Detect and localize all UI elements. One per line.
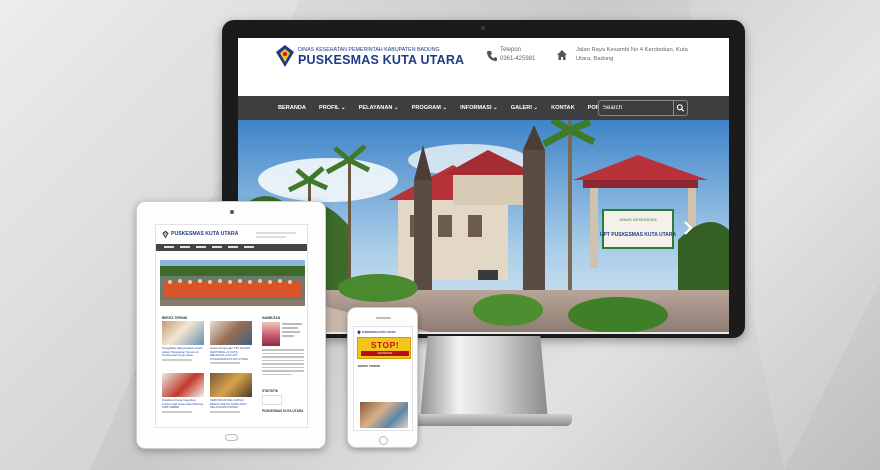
- news-thumbnail: [162, 373, 204, 397]
- search-input[interactable]: [599, 101, 673, 115]
- nav-item-kontak[interactable]: KONTAK: [551, 105, 575, 111]
- monitor-stand: [420, 336, 548, 420]
- tablet-side-footer-title: PUSKESMAS KUTA UTARA: [262, 409, 304, 413]
- tablet-device: PUSKESMAS KUTA UTARA BERITA TERKINI SAMB…: [136, 201, 326, 449]
- nav-item-profil[interactable]: PROFIL ⌄: [319, 105, 346, 111]
- news-caption[interactable]: VERIFIKASI KELUARGA SEHAT KERJA SAMA DAN…: [210, 398, 252, 410]
- tablet-home-button[interactable]: [225, 434, 238, 441]
- phone-news-title: BERITA TERKINI: [358, 364, 381, 368]
- sign-title: UPT PUSKESMAS KUTA UTARA: [600, 232, 677, 238]
- phone-site-title[interactable]: PUSKESMAS KUTA UTARA: [362, 331, 396, 334]
- news-card[interactable]: Acara Kunjungan TIM LINTAS SEKTORAL di K…: [210, 321, 252, 365]
- news-thumbnail: [210, 321, 252, 345]
- site-header: DINAS KESEHATAN PEMERINTAH KABUPATEN BAD…: [238, 38, 729, 76]
- main-nav: BERANDA PROFIL ⌄ PELAYANAN ⌄ PROGRAM ⌄ I…: [238, 96, 729, 120]
- tablet-stats-title: STATISTIK: [262, 389, 278, 393]
- phone-home-button[interactable]: [379, 436, 388, 445]
- avatar: [262, 322, 280, 346]
- tablet-side-title: SAMBUTAN: [262, 316, 281, 320]
- news-meta: [210, 362, 240, 365]
- monitor-stand-base: [396, 414, 572, 426]
- tablet-nav-item[interactable]: [244, 246, 254, 248]
- tablet-nav-item[interactable]: [212, 246, 222, 248]
- banner-sub-text: GRATIFIKASI: [361, 351, 409, 356]
- search-box: [598, 100, 688, 116]
- news-meta: [162, 410, 192, 413]
- nav-item-informasi[interactable]: INFORMASI ⌄: [460, 105, 498, 111]
- phone-label: Telepon: [500, 47, 522, 53]
- tablet-hero-image: [160, 260, 305, 306]
- tablet-nav: [156, 244, 307, 251]
- news-caption[interactable]: Acara Kunjungan TIM LINTAS SEKTORAL di K…: [210, 346, 252, 361]
- tablet-nav-item[interactable]: [228, 246, 238, 248]
- phone-news-thumbnail[interactable]: [360, 402, 408, 428]
- news-thumbnail: [162, 321, 204, 345]
- news-meta: [210, 410, 240, 413]
- phone-device: PUSKESMAS KUTA UTARA STOP! GRATIFIKASI B…: [347, 307, 418, 448]
- banner-stop-text: STOP!: [370, 340, 400, 350]
- search-icon[interactable]: [673, 101, 687, 115]
- home-icon: [557, 50, 567, 60]
- tablet-camera: [230, 210, 234, 214]
- nav-items: BERANDA PROFIL ⌄ PELAYANAN ⌄ PROGRAM ⌄ I…: [278, 96, 623, 120]
- news-card[interactable]: VERIFIKASI KELUARGA SEHAT KERJA SAMA DAN…: [210, 373, 252, 413]
- gratifikasi-banner[interactable]: STOP! GRATIFIKASI: [357, 337, 411, 359]
- address-line-1: Jalan Raya Kesambi No 4 Kerobokan, Kuta: [576, 47, 688, 53]
- phone-number: 0361-425981: [500, 56, 536, 62]
- tablet-badge: [262, 395, 282, 405]
- header-divider: [238, 76, 729, 96]
- logo-icon[interactable]: [162, 230, 169, 239]
- news-card[interactable]: Pelatihan Kerja Integritas Puskesmas Kut…: [162, 373, 204, 413]
- tablet-nav-items: [164, 246, 260, 248]
- site-title[interactable]: PUSKESMAS KUTA UTARA: [298, 53, 464, 67]
- nav-item-galeri[interactable]: GALERI ⌄: [511, 105, 538, 111]
- tablet-header-info: [256, 232, 296, 234]
- phone-screen: PUSKESMAS KUTA UTARA STOP! GRATIFIKASI B…: [353, 326, 413, 431]
- phone-speaker: [376, 317, 391, 319]
- chevron-right-icon[interactable]: [682, 220, 694, 236]
- phone-icon: [487, 51, 497, 61]
- logo-icon[interactable]: [275, 44, 295, 68]
- news-caption[interactable]: Pelatihan Kerja Integritas Puskesmas Kut…: [162, 398, 204, 410]
- tablet-side-text: [262, 349, 304, 377]
- news-meta: [162, 358, 192, 361]
- address-line-2: Utara, Badung: [576, 56, 614, 62]
- nav-item-beranda[interactable]: BERANDA: [278, 105, 306, 111]
- logo-icon[interactable]: [357, 330, 361, 335]
- news-thumbnail: [210, 373, 252, 397]
- news-caption[interactable]: Pengadian Masyarakat Lansia dalam Pelaya…: [162, 346, 204, 358]
- tablet-screen: PUSKESMAS KUTA UTARA BERITA TERKINI SAMB…: [155, 224, 308, 428]
- monitor-camera: [481, 26, 485, 30]
- tablet-news-title: BERITA TERKINI: [162, 316, 188, 320]
- news-card[interactable]: Pengadian Masyarakat Lansia dalam Pelaya…: [162, 321, 204, 361]
- nav-item-pelayanan[interactable]: PELAYANAN ⌄: [359, 105, 399, 111]
- tablet-header-info: [256, 236, 286, 238]
- tablet-side-name: [282, 323, 304, 339]
- nav-item-program[interactable]: PROGRAM ⌄: [412, 105, 447, 111]
- tablet-site-title[interactable]: PUSKESMAS KUTA UTARA: [171, 231, 238, 237]
- sign-subtitle: DINAS KESEHATAN: [620, 217, 657, 222]
- tablet-nav-item[interactable]: [196, 246, 206, 248]
- tablet-nav-item[interactable]: [180, 246, 190, 248]
- tablet-nav-item[interactable]: [164, 246, 174, 248]
